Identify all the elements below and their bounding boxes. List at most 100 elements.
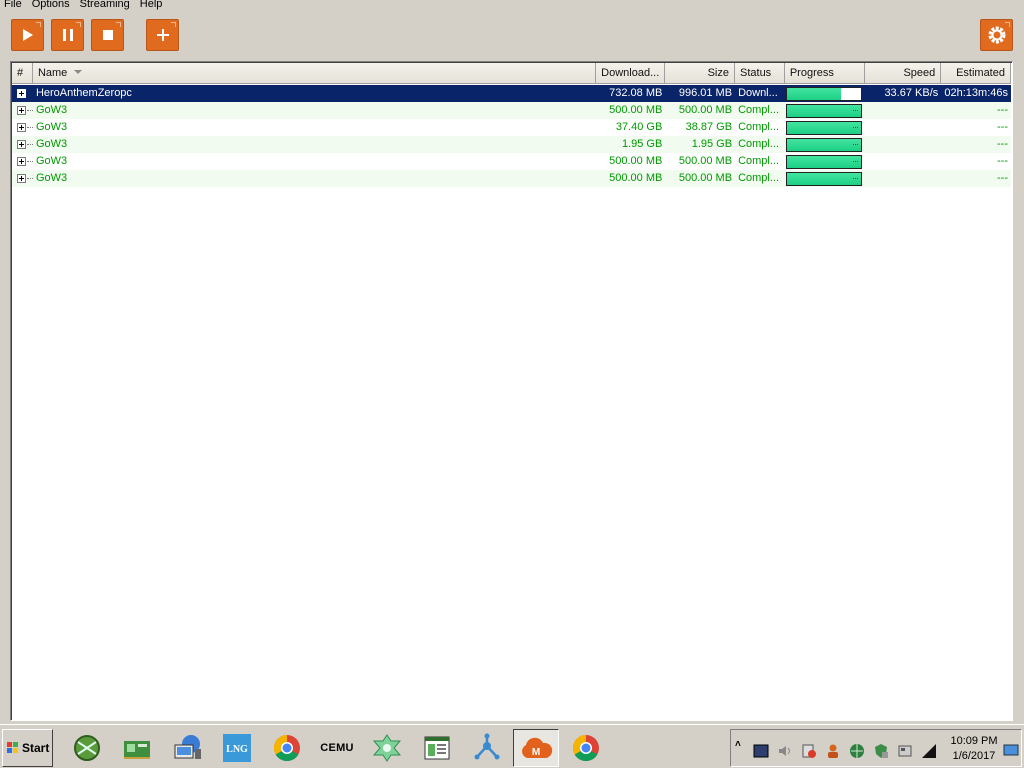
- taskbar-app-cemu[interactable]: CEMU: [314, 729, 360, 767]
- row-status: Compl...: [738, 121, 780, 133]
- row-status: Compl...: [738, 104, 780, 116]
- network-globe-icon: [74, 735, 100, 761]
- taskbar-app-lng[interactable]: LNG: [214, 729, 260, 767]
- menu-bar: File Options Streaming Help: [0, 0, 1024, 12]
- system-tray: ˄ 10:09 PM 1/6/2017: [730, 729, 1022, 767]
- taskbar-app-share[interactable]: [464, 729, 510, 767]
- col-speed[interactable]: Speed: [864, 63, 942, 84]
- row-size: 38.87 GB: [685, 121, 733, 133]
- table-row[interactable]: GoW3 500.00 MB 500.00 MB Compl... ---: [12, 153, 1011, 170]
- stop-button[interactable]: [91, 19, 124, 51]
- col-downloaded[interactable]: Download...: [595, 63, 666, 84]
- row-size: 1.95 GB: [691, 138, 733, 150]
- row-size: 500.00 MB: [678, 172, 733, 184]
- col-progress[interactable]: Progress: [784, 63, 865, 84]
- table-row[interactable]: GoW3 500.00 MB 500.00 MB Compl... ---: [12, 102, 1011, 119]
- taskbar-app-mega[interactable]: M: [513, 729, 559, 767]
- taskbar-app-chrome[interactable]: [264, 729, 310, 767]
- lng-icon: LNG: [223, 734, 251, 762]
- globe-tray-icon[interactable]: [849, 743, 865, 759]
- table-row[interactable]: GoW3 1.95 GB 1.95 GB Compl... ---: [12, 136, 1011, 153]
- col-name-label: Name: [37, 67, 68, 79]
- progress-fill: [786, 139, 861, 151]
- gpu-card-icon: [124, 741, 150, 759]
- col-num[interactable]: #: [12, 63, 33, 84]
- device-tray-icon[interactable]: [897, 743, 913, 759]
- col-estimated[interactable]: Estimated: [941, 63, 1011, 84]
- expand-icon[interactable]: [17, 106, 26, 115]
- row-status: Compl...: [738, 155, 780, 167]
- play-button[interactable]: [11, 19, 44, 51]
- taskbar-app-chrome-2[interactable]: [563, 729, 609, 767]
- volume-icon[interactable]: [777, 743, 793, 759]
- progress-bar: [785, 87, 862, 101]
- mega-cloud-icon: M: [522, 737, 553, 758]
- settings-button[interactable]: [980, 19, 1013, 51]
- network-error-icon[interactable]: [801, 743, 817, 759]
- row-estimated: ---: [997, 121, 1008, 133]
- clock[interactable]: 10:09 PM 1/6/2017: [946, 734, 1002, 764]
- menu-options[interactable]: Options: [27, 0, 75, 11]
- menu-streaming[interactable]: Streaming: [75, 0, 135, 11]
- col-size[interactable]: Size: [665, 63, 735, 84]
- add-icon: [156, 29, 169, 41]
- user-tray-icon[interactable]: [825, 743, 841, 759]
- row-downloaded: 500.00 MB: [609, 155, 663, 167]
- expand-icon[interactable]: [17, 140, 26, 149]
- row-downloaded: 500.00 MB: [609, 172, 663, 184]
- chrome-icon: [572, 734, 599, 762]
- row-downloaded: 1.95 GB: [621, 138, 663, 150]
- display-icon[interactable]: [753, 743, 769, 759]
- expand-icon[interactable]: [17, 157, 26, 166]
- row-speed: [865, 153, 942, 170]
- row-name: GoW3: [35, 155, 68, 167]
- row-name: GoW3: [35, 172, 68, 184]
- row-estimated: 02h:13m:46s: [944, 87, 1008, 99]
- start-button[interactable]: Start: [2, 729, 53, 767]
- row-name: HeroAnthemZeropc: [35, 87, 132, 99]
- show-desktop-icon[interactable]: [1003, 742, 1019, 758]
- stop-icon: [102, 30, 113, 40]
- row-status: Compl...: [738, 172, 780, 184]
- signal-tray-icon[interactable]: [921, 743, 937, 759]
- progress-bar: [785, 104, 862, 118]
- table-row[interactable]: HeroAnthemZeropc 732.08 MB 996.01 MB Dow…: [12, 85, 1011, 102]
- progress-bar: [785, 172, 862, 186]
- row-size: 500.00 MB: [678, 155, 733, 167]
- pause-button[interactable]: [51, 19, 84, 51]
- taskbar-app-computer[interactable]: [164, 729, 210, 767]
- row-speed: [865, 102, 942, 119]
- menu-help[interactable]: Help: [135, 0, 168, 11]
- table-row[interactable]: GoW3 500.00 MB 500.00 MB Compl... ---: [12, 170, 1011, 187]
- computer-network-icon: [174, 735, 201, 759]
- row-downloaded: 37.40 GB: [615, 121, 663, 133]
- download-rows: HeroAnthemZeropc 732.08 MB 996.01 MB Dow…: [12, 85, 1011, 187]
- shield-tray-icon[interactable]: [873, 743, 889, 759]
- sort-arrow-icon: [74, 70, 83, 75]
- cemu-label-icon: CEMU: [320, 742, 354, 754]
- windows-logo-icon: [7, 742, 18, 753]
- row-downloaded: 500.00 MB: [609, 104, 663, 116]
- chrome-icon: [273, 734, 300, 762]
- progress-fill: [786, 105, 861, 117]
- progress-bar: [785, 121, 862, 135]
- row-estimated: ---: [997, 104, 1008, 116]
- taskbar: Start LNG CEMU M ˄ 10:09 PM 1/6/2017: [0, 724, 1024, 768]
- gear-icon: [988, 26, 1005, 44]
- clock-time: 10:09 PM: [950, 735, 998, 747]
- progress-fill: [786, 122, 861, 134]
- table-row[interactable]: GoW3 37.40 GB 38.87 GB Compl... ---: [12, 119, 1011, 136]
- col-status[interactable]: Status: [735, 63, 785, 84]
- taskbar-app-document[interactable]: [414, 729, 460, 767]
- row-name: GoW3: [35, 121, 68, 133]
- taskbar-app-network[interactable]: [64, 729, 110, 767]
- col-name[interactable]: Name: [32, 63, 596, 84]
- taskbar-app-gpu[interactable]: [114, 729, 160, 767]
- expand-icon[interactable]: [17, 89, 26, 98]
- expand-icon[interactable]: [17, 174, 26, 183]
- expand-icon[interactable]: [17, 123, 26, 132]
- menu-file[interactable]: File: [0, 0, 27, 11]
- add-download-button[interactable]: [146, 19, 179, 51]
- tray-expand-icon[interactable]: ˄: [735, 739, 751, 755]
- taskbar-app-ppsspp[interactable]: [364, 729, 410, 767]
